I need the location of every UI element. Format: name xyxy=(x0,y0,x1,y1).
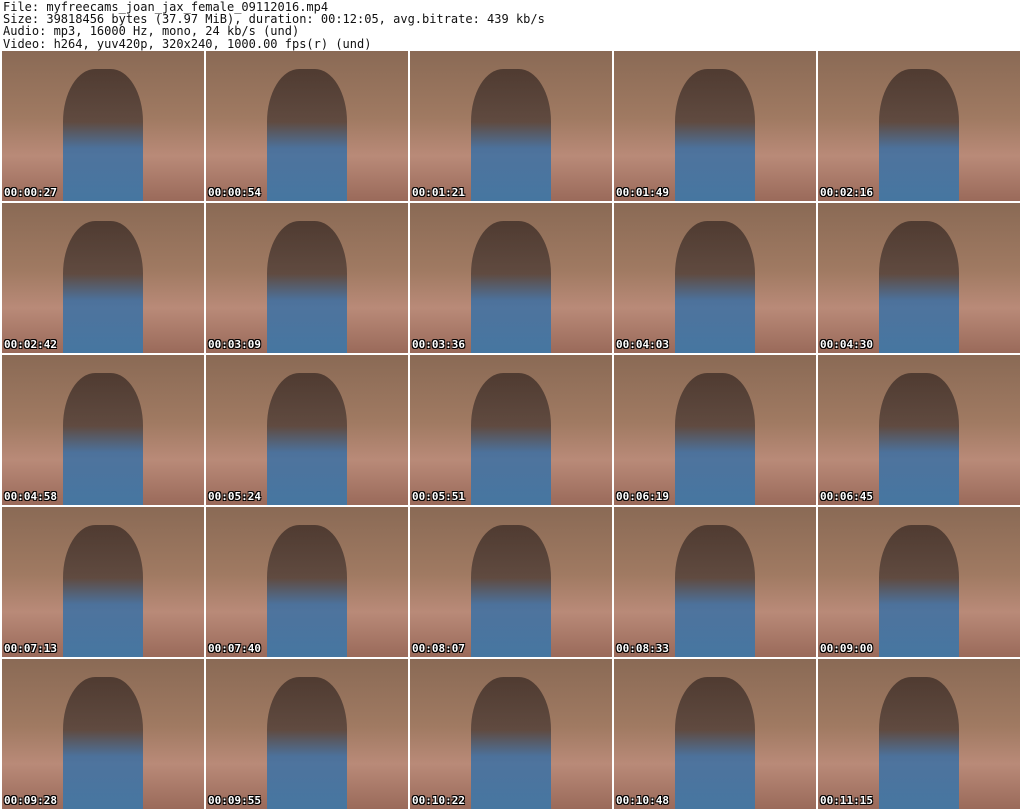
frame-timestamp: 00:10:48 xyxy=(616,794,669,807)
frame-placeholder xyxy=(674,69,756,201)
video-frame-thumbnail[interactable]: 00:10:22 xyxy=(410,659,612,809)
frame-placeholder xyxy=(878,677,960,809)
frame-placeholder xyxy=(470,69,552,201)
video-frame-thumbnail[interactable]: 00:08:33 xyxy=(614,507,816,657)
video-frame-thumbnail[interactable]: 00:09:55 xyxy=(206,659,408,809)
frame-timestamp: 00:04:03 xyxy=(616,338,669,351)
video-frame-thumbnail[interactable]: 00:10:48 xyxy=(614,659,816,809)
frame-timestamp: 00:04:30 xyxy=(820,338,873,351)
video-frame-thumbnail[interactable]: 00:00:54 xyxy=(206,51,408,201)
frame-timestamp: 00:08:33 xyxy=(616,642,669,655)
frame-timestamp: 00:02:16 xyxy=(820,186,873,199)
frame-placeholder xyxy=(266,69,348,201)
frame-placeholder xyxy=(62,69,144,201)
frame-placeholder xyxy=(62,373,144,505)
frame-timestamp: 00:08:07 xyxy=(412,642,465,655)
frame-placeholder xyxy=(674,221,756,353)
frame-placeholder xyxy=(470,373,552,505)
frame-placeholder xyxy=(266,373,348,505)
frame-placeholder xyxy=(674,525,756,657)
frame-timestamp: 00:03:36 xyxy=(412,338,465,351)
video-frame-thumbnail[interactable]: 00:07:40 xyxy=(206,507,408,657)
video-frame-thumbnail[interactable]: 00:00:27 xyxy=(2,51,204,201)
frame-timestamp: 00:04:58 xyxy=(4,490,57,503)
audio-info-line: Audio: mp3, 16000 Hz, mono, 24 kb/s (und… xyxy=(3,24,300,39)
frame-timestamp: 00:06:19 xyxy=(616,490,669,503)
frame-placeholder xyxy=(878,221,960,353)
video-frame-thumbnail[interactable]: 00:09:00 xyxy=(818,507,1020,657)
frame-timestamp: 00:10:22 xyxy=(412,794,465,807)
frame-placeholder xyxy=(470,221,552,353)
frame-placeholder xyxy=(266,525,348,657)
frame-timestamp: 00:05:24 xyxy=(208,490,261,503)
video-frame-thumbnail[interactable]: 00:04:58 xyxy=(2,355,204,505)
frame-placeholder xyxy=(62,677,144,809)
frame-timestamp: 00:11:15 xyxy=(820,794,873,807)
video-frame-thumbnail[interactable]: 00:03:09 xyxy=(206,203,408,353)
frame-timestamp: 00:07:13 xyxy=(4,642,57,655)
frame-placeholder xyxy=(62,221,144,353)
frame-timestamp: 00:02:42 xyxy=(4,338,57,351)
frame-placeholder xyxy=(878,69,960,201)
file-info-header: File: myfreecams_joan_jax_female_0911201… xyxy=(0,0,1024,50)
video-frame-thumbnail[interactable]: 00:06:45 xyxy=(818,355,1020,505)
video-frame-thumbnail[interactable]: 00:03:36 xyxy=(410,203,612,353)
video-frame-thumbnail[interactable]: 00:04:30 xyxy=(818,203,1020,353)
video-info-line: Video: h264, yuv420p, 320x240, 1000.00 f… xyxy=(3,36,372,51)
frame-timestamp: 00:00:27 xyxy=(4,186,57,199)
video-frame-thumbnail[interactable]: 00:04:03 xyxy=(614,203,816,353)
frame-timestamp: 00:03:09 xyxy=(208,338,261,351)
frame-timestamp: 00:07:40 xyxy=(208,642,261,655)
frame-timestamp: 00:05:51 xyxy=(412,490,465,503)
frame-timestamp: 00:01:49 xyxy=(616,186,669,199)
video-frame-thumbnail[interactable]: 00:08:07 xyxy=(410,507,612,657)
frame-placeholder xyxy=(674,677,756,809)
video-frame-thumbnail[interactable]: 00:11:15 xyxy=(818,659,1020,809)
frame-timestamp: 00:09:55 xyxy=(208,794,261,807)
frame-timestamp: 00:09:00 xyxy=(820,642,873,655)
video-frame-thumbnail[interactable]: 00:01:49 xyxy=(614,51,816,201)
video-frame-thumbnail[interactable]: 00:05:51 xyxy=(410,355,612,505)
video-frame-thumbnail[interactable]: 00:07:13 xyxy=(2,507,204,657)
video-frame-thumbnail[interactable]: 00:02:16 xyxy=(818,51,1020,201)
frame-placeholder xyxy=(62,525,144,657)
frame-placeholder xyxy=(470,677,552,809)
video-frame-thumbnail[interactable]: 00:06:19 xyxy=(614,355,816,505)
frame-placeholder xyxy=(266,677,348,809)
video-frame-thumbnail[interactable]: 00:01:21 xyxy=(410,51,612,201)
thumbnail-grid: 00:00:27 00:00:54 00:01:21 00:01:49 00:02:16… xyxy=(2,51,1020,809)
frame-placeholder xyxy=(878,525,960,657)
frame-timestamp: 00:06:45 xyxy=(820,490,873,503)
frame-timestamp: 00:01:21 xyxy=(412,186,465,199)
video-frame-thumbnail[interactable]: 00:05:24 xyxy=(206,355,408,505)
frame-placeholder xyxy=(674,373,756,505)
frame-timestamp: 00:00:54 xyxy=(208,186,261,199)
video-frame-thumbnail[interactable]: 00:09:28 xyxy=(2,659,204,809)
frame-placeholder xyxy=(878,373,960,505)
video-frame-thumbnail[interactable]: 00:02:42 xyxy=(2,203,204,353)
frame-timestamp: 00:09:28 xyxy=(4,794,57,807)
frame-placeholder xyxy=(470,525,552,657)
frame-placeholder xyxy=(266,221,348,353)
